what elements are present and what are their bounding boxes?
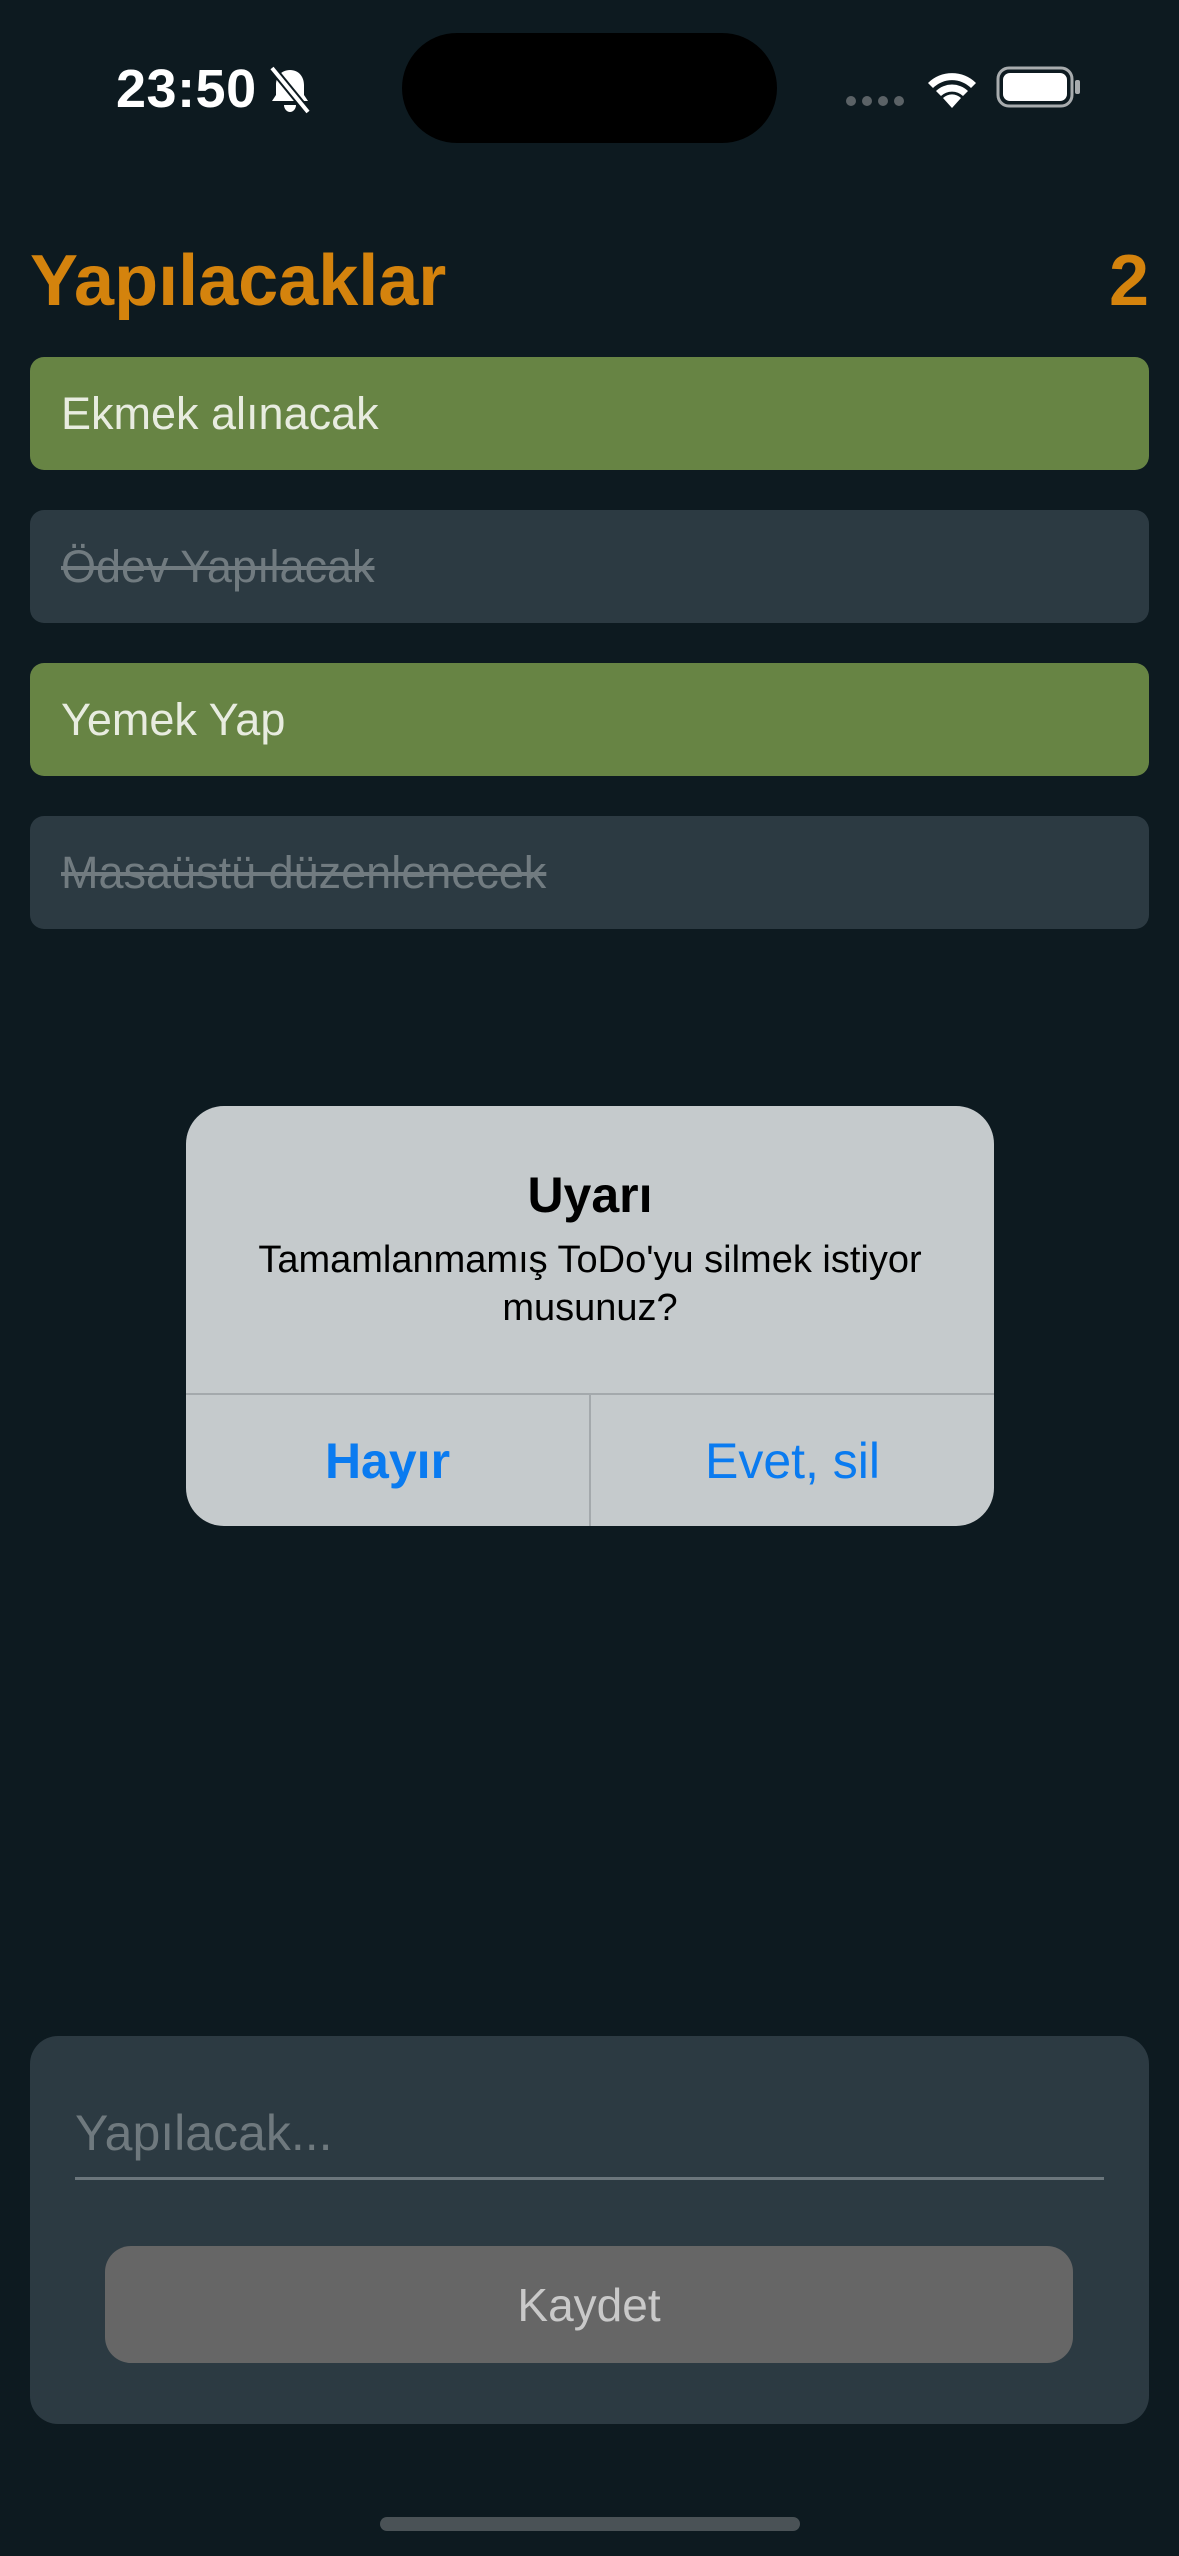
todo-count: 2 bbox=[1108, 241, 1149, 321]
cancel-button[interactable]: Hayır bbox=[186, 1395, 589, 1526]
add-todo-panel: Kaydet bbox=[30, 2036, 1149, 2424]
todo-item-completed[interactable]: Ödev Yapılacak bbox=[30, 510, 1149, 623]
alert-message: Tamamlanmamış ToDo'yu silmek istiyor mus… bbox=[258, 1239, 922, 1329]
dynamic-island bbox=[402, 33, 777, 143]
battery-icon bbox=[996, 66, 1080, 108]
wifi-icon bbox=[928, 73, 976, 108]
alert-title: Uyarı bbox=[527, 1167, 653, 1223]
page-title: Yapılacaklar bbox=[30, 241, 447, 321]
todo-item-label: Ekmek alınacak bbox=[61, 387, 379, 439]
todo-item-label: Masaüstü düzenlenecek bbox=[61, 846, 547, 898]
confirm-delete-button[interactable]: Evet, sil bbox=[591, 1395, 994, 1526]
todo-item[interactable]: Yemek Yap bbox=[30, 663, 1149, 776]
todo-item-label: Yemek Yap bbox=[61, 693, 286, 745]
signal-icon bbox=[846, 96, 904, 106]
todo-item[interactable]: Ekmek alınacak bbox=[30, 357, 1149, 470]
todo-item-completed[interactable]: Masaüstü düzenlenecek bbox=[30, 816, 1149, 929]
status-time: 23:50 bbox=[116, 59, 257, 119]
save-button[interactable]: Kaydet bbox=[105, 2246, 1073, 2363]
todo-list: Ekmek alınacak Ödev Yapılacak Yemek Yap … bbox=[30, 357, 1149, 969]
screen: 23:50 Yapılacaklar 2 Ekmek alınacak Ödev… bbox=[0, 0, 1179, 2556]
delete-alert-dialog: Uyarı Tamamlanmamış ToDo'yu silmek istiy… bbox=[186, 1106, 994, 1526]
todo-item-label: Ödev Yapılacak bbox=[61, 540, 375, 592]
todo-input[interactable] bbox=[75, 2088, 1104, 2180]
bell-slash-icon bbox=[268, 65, 312, 115]
home-indicator[interactable] bbox=[380, 2517, 800, 2531]
